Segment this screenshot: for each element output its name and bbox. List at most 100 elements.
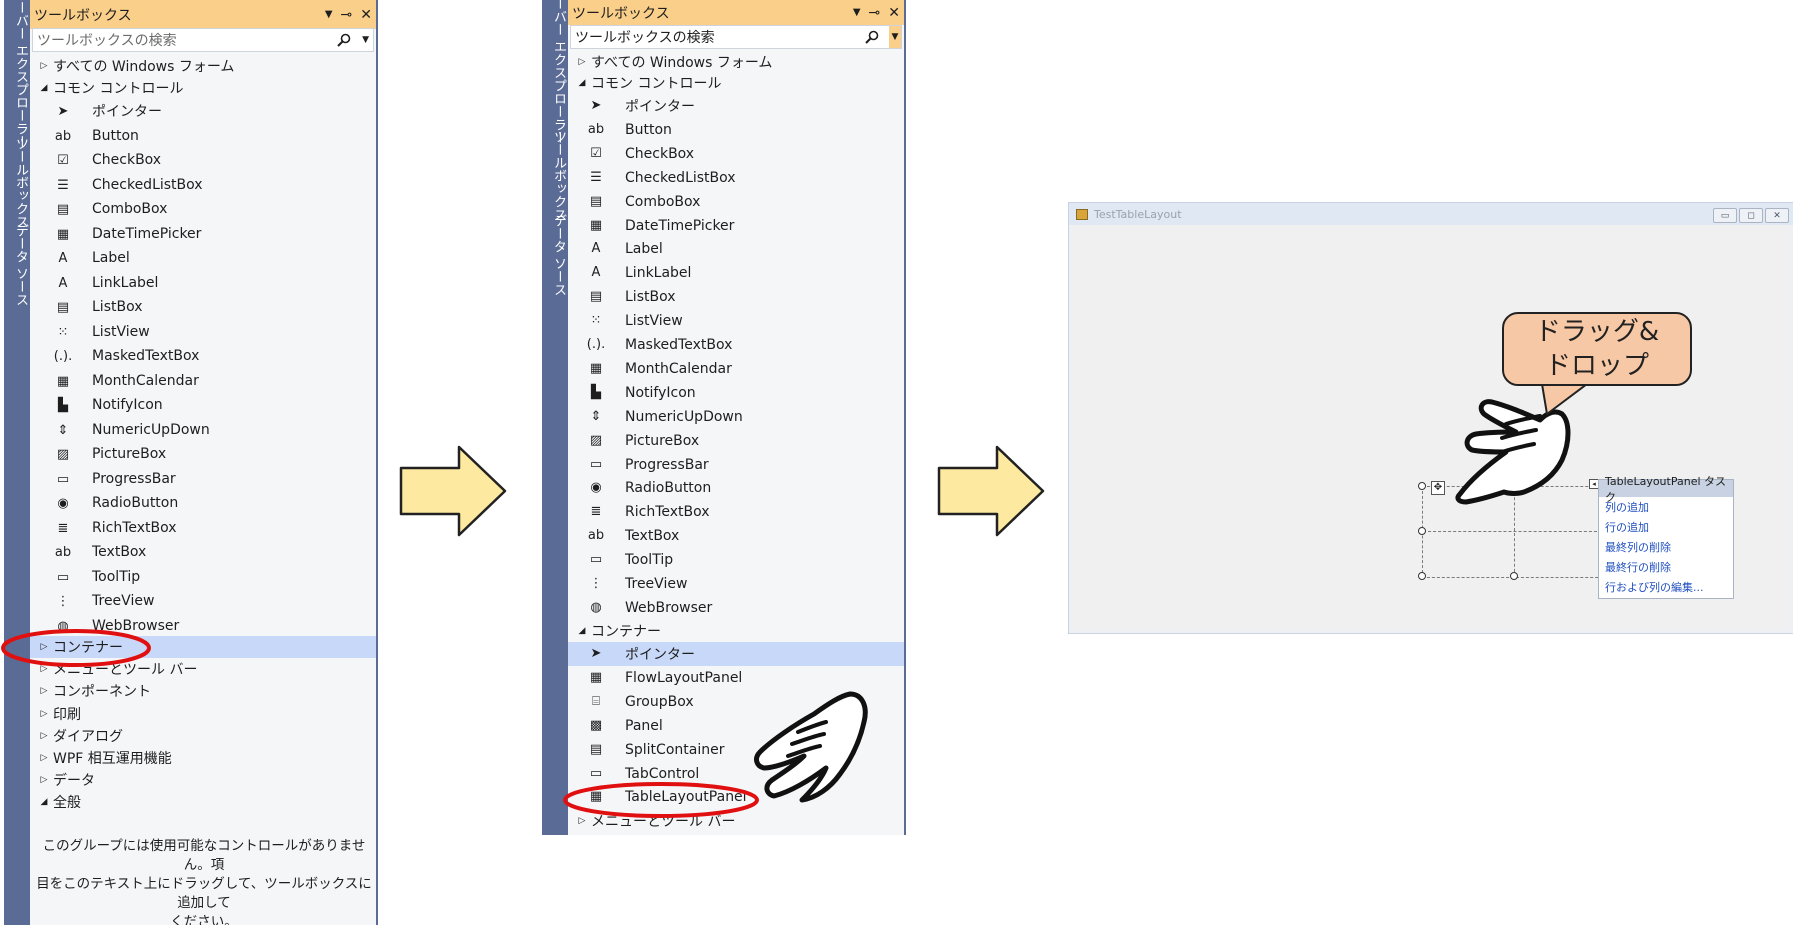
expand-arrow-icon[interactable]: ▷ xyxy=(37,731,51,741)
tool-item-textbox[interactable]: ab TextBox xyxy=(568,524,904,548)
tool-item-radiobutton[interactable]: ◉ RadioButton xyxy=(30,491,376,516)
search-options-icon-2[interactable]: ▼ xyxy=(889,26,901,48)
tool-item-progressbar[interactable]: ▭ ProgressBar xyxy=(30,467,376,492)
tool-item-picturebox[interactable]: ▨ PictureBox xyxy=(568,429,904,453)
tool-item-datetimepicker[interactable]: ▦ DateTimePicker xyxy=(30,222,376,247)
tool-item-progressbar[interactable]: ▭ ProgressBar xyxy=(568,453,904,477)
tool-item-richtextbox[interactable]: ≣ RichTextBox xyxy=(568,500,904,524)
tool-item-linklabel[interactable]: A LinkLabel xyxy=(30,271,376,296)
tool-item-checkedlistbox[interactable]: ☰ CheckedListBox xyxy=(30,173,376,198)
task-remove-last-column[interactable]: 最終列の削除 xyxy=(1599,537,1733,557)
toolbox-search-input-2[interactable]: ツールボックスの検索 ▼ xyxy=(570,25,902,49)
group-all-windows-forms[interactable]: ▷ すべての Windows フォーム xyxy=(30,55,376,77)
pin-icon[interactable]: ⊸ xyxy=(341,7,353,23)
tool-item-textbox[interactable]: ab TextBox xyxy=(30,540,376,565)
tool-item-item[interactable]: ➤ ポインター xyxy=(568,94,904,118)
tool-item-checkbox[interactable]: ☑ CheckBox xyxy=(30,148,376,173)
form-close-button[interactable]: ✕ xyxy=(1765,208,1789,223)
maximize-button[interactable]: ◻ xyxy=(1739,208,1763,223)
tool-item-numericupdown[interactable]: ⇕ NumericUpDown xyxy=(568,405,904,429)
resize-handle-tl[interactable] xyxy=(1418,482,1426,490)
tool-item-listview[interactable]: ⁙ ListView xyxy=(30,320,376,345)
tool-item-notifyicon[interactable]: ▙ NotifyIcon xyxy=(30,393,376,418)
tool-item-combobox[interactable]: ▤ ComboBox xyxy=(568,190,904,214)
side-tab-server-explorer-2[interactable]: サーバー エクスプローラー xyxy=(542,0,568,145)
expand-arrow-icon[interactable]: ▷ xyxy=(37,61,51,71)
tool-item-flowlayoutpanel[interactable]: ▦ FlowLayoutPanel xyxy=(568,666,904,690)
expand-arrow-icon[interactable]: ▷ xyxy=(37,686,51,696)
tool-item-listview[interactable]: ⁙ ListView xyxy=(568,309,904,333)
side-tab-data-sources[interactable]: データ ソース xyxy=(4,224,30,306)
combobox-icon: ▤ xyxy=(589,194,603,210)
tool-item-numericupdown[interactable]: ⇕ NumericUpDown xyxy=(30,418,376,443)
tool-item-linklabel[interactable]: A LinkLabel xyxy=(568,261,904,285)
dropdown-icon-2[interactable]: ▼ xyxy=(853,7,861,18)
search-options-icon[interactable]: ▼ xyxy=(362,35,369,45)
tool-item-button[interactable]: ab Button xyxy=(568,118,904,142)
close-icon[interactable]: ✕ xyxy=(360,7,372,23)
tool-item-richtextbox[interactable]: ≣ RichTextBox xyxy=(30,516,376,541)
tool-item-maskedtextbox[interactable]: (.). MaskedTextBox xyxy=(30,344,376,369)
dropdown-icon[interactable]: ▼ xyxy=(325,9,333,20)
task-add-row[interactable]: 行の追加 xyxy=(1599,517,1733,537)
group-bottom-5[interactable]: ▷ WPF 相互運用機能 xyxy=(30,747,376,769)
tool-item-checkbox[interactable]: ☑ CheckBox xyxy=(568,142,904,166)
group-bottom-7[interactable]: ◢ 全般 xyxy=(30,791,376,813)
tool-item-item[interactable]: ➤ ポインター xyxy=(568,642,904,666)
tool-item-picturebox[interactable]: ▨ PictureBox xyxy=(30,442,376,467)
expand-arrow-icon[interactable]: ▷ xyxy=(37,775,51,785)
tool-item-label[interactable]: A Label xyxy=(30,246,376,271)
side-tab-server-explorer[interactable]: サーバー エクスプローラー xyxy=(4,0,30,149)
group-bottom-2[interactable]: ▷ コンポーネント xyxy=(30,680,376,702)
tool-item-label: DateTimePicker xyxy=(92,226,202,243)
task-remove-last-row[interactable]: 最終行の削除 xyxy=(1599,557,1733,577)
tool-item-checkedlistbox[interactable]: ☰ CheckedListBox xyxy=(568,166,904,190)
toolbox-search-input[interactable]: ツールボックスの検索 ▼ xyxy=(32,28,374,52)
tool-item-combobox[interactable]: ▤ ComboBox xyxy=(30,197,376,222)
resize-handle-bm[interactable] xyxy=(1510,572,1518,580)
tool-item-datetimepicker[interactable]: ▦ DateTimePicker xyxy=(568,214,904,238)
search-icon-2[interactable] xyxy=(865,30,879,44)
group-bottom-3[interactable]: ▷ 印刷 xyxy=(30,703,376,725)
side-tab-data-sources-2[interactable]: データ ソース xyxy=(542,214,568,296)
collapse-arrow-icon[interactable]: ◢ xyxy=(37,83,51,93)
tool-item-radiobutton[interactable]: ◉ RadioButton xyxy=(568,476,904,500)
side-tab-toolbox[interactable]: ツールボックス xyxy=(4,137,30,228)
tool-item-notifyicon[interactable]: ▙ NotifyIcon xyxy=(568,381,904,405)
group-common-controls-2[interactable]: ◢ コモン コントロール xyxy=(568,72,904,93)
tool-item-treeview[interactable]: ⋮ TreeView xyxy=(30,589,376,614)
minimize-button[interactable]: ▭ xyxy=(1713,208,1737,223)
search-icon[interactable] xyxy=(337,33,351,47)
close-icon-2[interactable]: ✕ xyxy=(888,5,900,21)
group-bottom-4[interactable]: ▷ ダイアログ xyxy=(30,725,376,747)
tool-item-listbox[interactable]: ▤ ListBox xyxy=(30,295,376,320)
pin-icon-2[interactable]: ⊸ xyxy=(869,5,881,21)
tool-item-webbrowser[interactable]: ◍ WebBrowser xyxy=(568,596,904,620)
tool-item-monthcalendar[interactable]: ▦ MonthCalendar xyxy=(568,357,904,381)
group-common-controls[interactable]: ◢ コモン コントロール xyxy=(30,77,376,99)
group-bottom-6[interactable]: ▷ データ xyxy=(30,769,376,791)
side-tab-toolbox-2[interactable]: ツールボックス xyxy=(542,130,568,221)
search-text-2: ツールボックスの検索 xyxy=(575,30,715,46)
expand-arrow-icon[interactable]: ▷ xyxy=(37,709,51,719)
tool-item-tooltip[interactable]: ▭ ToolTip xyxy=(568,548,904,572)
resize-handle-ml[interactable] xyxy=(1418,527,1426,535)
resize-handle-bl[interactable] xyxy=(1418,572,1426,580)
tool-item-monthcalendar[interactable]: ▦ MonthCalendar xyxy=(30,369,376,394)
tool-item-maskedtextbox[interactable]: (.). MaskedTextBox xyxy=(568,333,904,357)
tool-item-treeview[interactable]: ⋮ TreeView xyxy=(568,572,904,596)
expand-arrow-icon[interactable]: ▷ xyxy=(37,753,51,763)
collapse-arrow-icon[interactable]: ◢ xyxy=(575,626,589,636)
task-edit-rows-columns[interactable]: 行および列の編集... xyxy=(1599,577,1733,597)
group-containers-2[interactable]: ◢ コンテナー xyxy=(568,619,904,642)
tool-item-tooltip[interactable]: ▭ ToolTip xyxy=(30,565,376,590)
tool-item-button[interactable]: ab Button xyxy=(30,124,376,149)
tool-item-listbox[interactable]: ▤ ListBox xyxy=(568,285,904,309)
tool-item-item[interactable]: ➤ ポインター xyxy=(30,99,376,124)
group-all-windows-forms-2[interactable]: ▷ すべての Windows フォーム xyxy=(568,51,904,72)
expand-arrow-icon[interactable]: ▷ xyxy=(575,57,589,67)
collapse-arrow-icon[interactable]: ◢ xyxy=(37,797,51,807)
move-handle-icon[interactable]: ✥ xyxy=(1431,481,1445,495)
collapse-arrow-icon[interactable]: ◢ xyxy=(575,78,589,88)
tool-item-label[interactable]: A Label xyxy=(568,237,904,261)
